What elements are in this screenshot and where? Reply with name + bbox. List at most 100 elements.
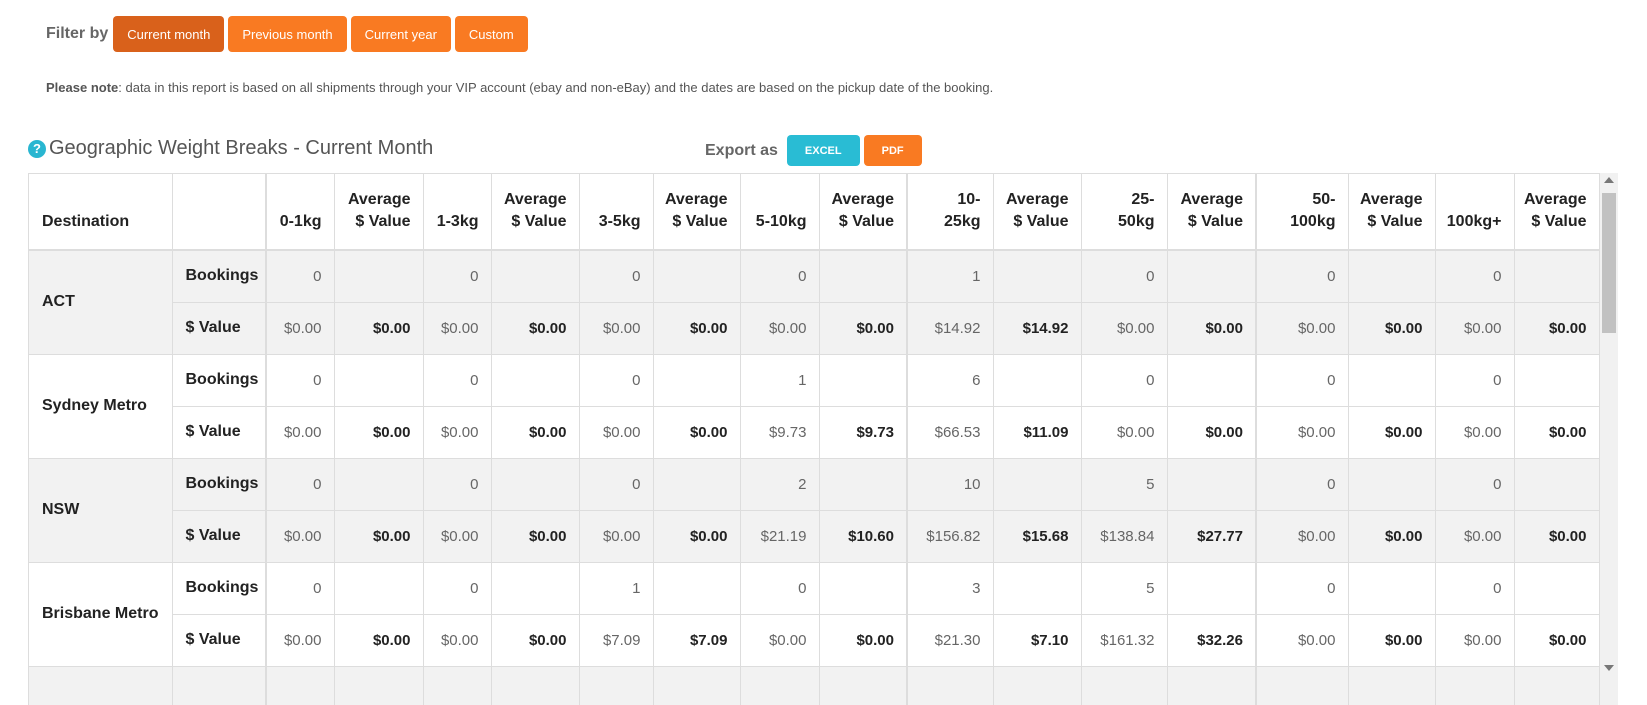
column-header: Average $ Value bbox=[819, 174, 908, 251]
column-header: Average $ Value bbox=[1167, 174, 1257, 251]
column-header: 10- 25kg bbox=[907, 174, 994, 251]
average-cell bbox=[334, 562, 424, 615]
bookings-label: Bookings bbox=[172, 354, 267, 407]
average-cell bbox=[1514, 250, 1600, 303]
column-header-text: Average bbox=[1523, 191, 1587, 208]
value-cell: $0.00 bbox=[1256, 614, 1349, 667]
average-cell bbox=[1514, 354, 1600, 407]
average-cell bbox=[1348, 562, 1436, 615]
bookings-cell: 0 bbox=[1435, 250, 1515, 303]
column-header-text: 1-3kg bbox=[436, 213, 479, 230]
bookings-cell: 0 bbox=[1256, 562, 1349, 615]
column-header-text: Average bbox=[664, 191, 728, 208]
column-header: 3-5kg bbox=[579, 174, 654, 251]
column-header-text: $ Value bbox=[1187, 213, 1243, 230]
region-cell: Sydney Metro bbox=[29, 354, 173, 459]
average-value-cell: $0.00 bbox=[491, 406, 580, 459]
average-value-cell: $32.26 bbox=[1167, 614, 1257, 667]
column-header: 0-1kg bbox=[266, 174, 335, 251]
bookings-cell: 0 bbox=[266, 458, 335, 511]
average-cell bbox=[491, 250, 580, 303]
bookings-cell: 0 bbox=[1256, 458, 1349, 511]
average-cell bbox=[1514, 458, 1600, 511]
vertical-scrollbar[interactable] bbox=[1600, 173, 1618, 705]
filter-current-month-button[interactable]: Current month bbox=[113, 16, 225, 52]
region-cell: Brisbane Metro bbox=[29, 562, 173, 667]
value-cell: $0.00 bbox=[1435, 406, 1515, 459]
export-bar: Export as EXCEL PDF bbox=[705, 135, 926, 166]
column-header: Average $ Value bbox=[1348, 174, 1436, 251]
value-cell: $0.00 bbox=[579, 510, 654, 563]
average-value-cell: $0.00 bbox=[491, 510, 580, 563]
column-header-text: $ Value bbox=[1367, 213, 1423, 230]
table-cell bbox=[1514, 666, 1600, 705]
value-label: $ Value bbox=[172, 406, 267, 459]
filter-custom-button[interactable]: Custom bbox=[454, 16, 528, 52]
column-header-text: Average bbox=[1005, 191, 1069, 208]
filter-current-year-button[interactable]: Current year bbox=[350, 16, 451, 52]
column-header-text: Average bbox=[1359, 191, 1423, 208]
value-cell: $9.73 bbox=[740, 406, 820, 459]
scroll-up-arrow-icon[interactable] bbox=[1604, 177, 1614, 183]
help-icon[interactable]: ? bbox=[28, 139, 46, 158]
table-row: $ Value $0.00 $0.00 $0.00 $0.00 $7.09 $7.09 $0.… bbox=[29, 614, 1600, 667]
column-header-text: Average bbox=[347, 191, 411, 208]
average-value-cell: $0.00 bbox=[1514, 614, 1600, 667]
average-cell bbox=[491, 562, 580, 615]
average-value-cell: $0.00 bbox=[1167, 302, 1257, 355]
column-header-text: 50- bbox=[1312, 191, 1336, 208]
page-title: Geographic Weight Breaks - Current Month bbox=[49, 137, 434, 159]
column-header-text: $ Value bbox=[511, 213, 567, 230]
average-cell bbox=[1167, 458, 1257, 511]
table-row: $ Value $0.00 $0.00 $0.00 $0.00 $0.00 $0.00 $21… bbox=[29, 510, 1600, 563]
value-cell: $0.00 bbox=[423, 510, 492, 563]
average-cell bbox=[819, 354, 908, 407]
average-cell bbox=[653, 354, 741, 407]
bookings-cell: 0 bbox=[1435, 354, 1515, 407]
average-cell bbox=[1348, 354, 1436, 407]
report-table-container[interactable]: Destination 0-1kg Average $ Value 1-3kg Avera… bbox=[28, 173, 1618, 705]
bookings-cell: 1 bbox=[579, 562, 654, 615]
bookings-cell: 0 bbox=[1256, 250, 1349, 303]
average-value-cell: $0.00 bbox=[1514, 510, 1600, 563]
table-cell bbox=[1081, 666, 1168, 705]
table-row: $ Value $0.00 $0.00 $0.00 $0.00 $0.00 $0.00 $9.… bbox=[29, 406, 1600, 459]
table-cell bbox=[579, 666, 654, 705]
average-value-cell: $0.00 bbox=[653, 510, 741, 563]
average-value-cell: $0.00 bbox=[653, 406, 741, 459]
value-cell: $0.00 bbox=[423, 406, 492, 459]
table-cell bbox=[1348, 666, 1436, 705]
table-cell bbox=[740, 666, 820, 705]
table-cell bbox=[653, 666, 741, 705]
value-cell: $7.09 bbox=[579, 614, 654, 667]
export-pdf-button[interactable]: PDF bbox=[863, 135, 922, 166]
bookings-cell: 5 bbox=[1081, 458, 1168, 511]
column-header-text: $ Value bbox=[1531, 213, 1587, 230]
table-cell bbox=[1256, 666, 1349, 705]
average-cell bbox=[819, 562, 908, 615]
bookings-cell: 0 bbox=[1435, 458, 1515, 511]
column-header: Average $ Value bbox=[1514, 174, 1600, 251]
region-cell: NSW bbox=[29, 458, 173, 563]
bookings-label: Bookings bbox=[172, 458, 267, 511]
bookings-cell: 0 bbox=[423, 458, 492, 511]
column-header: Average $ Value bbox=[993, 174, 1082, 251]
bookings-cell: 10 bbox=[907, 458, 994, 511]
average-value-cell: $15.68 bbox=[993, 510, 1082, 563]
filter-label: Filter by bbox=[46, 25, 109, 42]
value-cell: $138.84 bbox=[1081, 510, 1168, 563]
scroll-thumb[interactable] bbox=[1602, 193, 1616, 333]
filter-previous-month-button[interactable]: Previous month bbox=[228, 16, 347, 52]
value-cell: $0.00 bbox=[1081, 406, 1168, 459]
weight-breaks-table: Destination 0-1kg Average $ Value 1-3kg Avera… bbox=[29, 174, 1600, 705]
column-header-destination: Destination bbox=[29, 174, 173, 251]
table-cell bbox=[29, 666, 173, 705]
average-value-cell: $0.00 bbox=[1348, 302, 1436, 355]
scroll-down-arrow-icon[interactable] bbox=[1604, 665, 1614, 671]
column-header-text: 10- bbox=[957, 191, 981, 208]
export-excel-button[interactable]: EXCEL bbox=[786, 135, 860, 166]
bookings-cell: 0 bbox=[266, 562, 335, 615]
average-value-cell: $0.00 bbox=[491, 302, 580, 355]
column-header: Average $ Value bbox=[653, 174, 741, 251]
bookings-cell: 0 bbox=[579, 354, 654, 407]
